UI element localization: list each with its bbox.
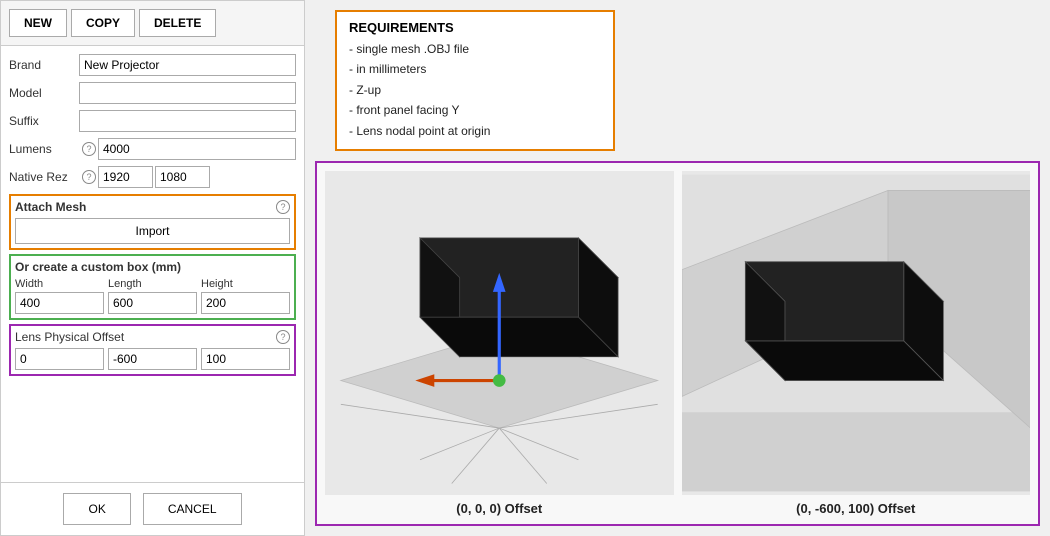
left-view-svg	[325, 171, 674, 495]
right-view-svg	[682, 171, 1031, 495]
right-view-group: (0, -600, 100) Offset	[682, 171, 1031, 516]
new-button[interactable]: NEW	[9, 9, 67, 37]
attach-mesh-header: Attach Mesh ?	[15, 200, 290, 214]
left-view-group: (0, 0, 0) Offset	[325, 171, 674, 516]
cancel-button[interactable]: CANCEL	[143, 493, 242, 525]
req-item-1: - single mesh .OBJ file	[349, 39, 601, 59]
length-label: Length	[108, 278, 197, 290]
lumens-info-icon[interactable]: ?	[82, 142, 96, 156]
left-view-box	[325, 171, 674, 495]
import-button[interactable]: Import	[15, 218, 290, 244]
toolbar: NEW COPY DELETE	[1, 1, 304, 46]
req-item-4: - front panel facing Y	[349, 100, 601, 120]
suffix-input[interactable]	[79, 110, 296, 132]
height-label: Height	[201, 278, 290, 290]
req-item-5: - Lens nodal point at origin	[349, 121, 601, 141]
attach-mesh-section: Attach Mesh ? Import	[9, 194, 296, 250]
model-label: Model	[9, 86, 79, 100]
model-input[interactable]	[79, 82, 296, 104]
lumens-label: Lumens	[9, 142, 79, 156]
right-view-box	[682, 171, 1031, 495]
width-label: Width	[15, 278, 104, 290]
width-input[interactable]	[15, 292, 104, 314]
lens-y-input[interactable]	[108, 348, 197, 370]
width-group: Width	[15, 278, 104, 314]
brand-label: Brand	[9, 58, 79, 72]
rez-height-input[interactable]	[155, 166, 210, 188]
model-row: Model	[9, 82, 296, 104]
lens-x-input[interactable]	[15, 348, 104, 370]
suffix-label: Suffix	[9, 114, 79, 128]
requirements-box: REQUIREMENTS - single mesh .OBJ file - i…	[335, 10, 615, 151]
ok-button[interactable]: OK	[63, 493, 130, 525]
bottom-buttons: OK CANCEL	[1, 482, 304, 535]
attach-mesh-label: Attach Mesh	[15, 200, 273, 214]
rez-inputs	[98, 166, 296, 188]
lens-y-group	[108, 348, 197, 370]
views-row: (0, 0, 0) Offset	[325, 171, 1030, 516]
delete-button[interactable]: DELETE	[139, 9, 216, 37]
req-item-3: - Z-up	[349, 80, 601, 100]
lens-offset-section: Lens Physical Offset ?	[9, 324, 296, 376]
height-group: Height	[201, 278, 290, 314]
left-panel: NEW COPY DELETE Brand Model Suffix Lumen…	[0, 0, 305, 536]
copy-button[interactable]: COPY	[71, 9, 135, 37]
lens-offset-inputs	[15, 348, 290, 370]
requirements-title: REQUIREMENTS	[349, 20, 601, 35]
suffix-row: Suffix	[9, 110, 296, 132]
right-view-label: (0, -600, 100) Offset	[682, 501, 1031, 516]
views-container: (0, 0, 0) Offset	[315, 161, 1040, 526]
lens-offset-title: Lens Physical Offset	[15, 330, 124, 344]
left-view-label: (0, 0, 0) Offset	[325, 501, 674, 516]
lens-x-group	[15, 348, 104, 370]
custom-box-section: Or create a custom box (mm) Width Length…	[9, 254, 296, 320]
attach-mesh-info-icon[interactable]: ?	[276, 200, 290, 214]
rez-width-input[interactable]	[98, 166, 153, 188]
native-rez-row: Native Rez ?	[9, 166, 296, 188]
length-input[interactable]	[108, 292, 197, 314]
req-item-2: - in millimeters	[349, 59, 601, 79]
custom-box-title: Or create a custom box (mm)	[15, 260, 290, 274]
brand-row: Brand	[9, 54, 296, 76]
length-group: Length	[108, 278, 197, 314]
brand-input[interactable]	[79, 54, 296, 76]
native-rez-label: Native Rez	[9, 170, 79, 184]
lumens-input[interactable]	[98, 138, 296, 160]
native-rez-info-icon[interactable]: ?	[82, 170, 96, 184]
right-panel: REQUIREMENTS - single mesh .OBJ file - i…	[305, 0, 1050, 536]
lens-offset-header: Lens Physical Offset ?	[15, 330, 290, 344]
height-input[interactable]	[201, 292, 290, 314]
form-area: Brand Model Suffix Lumens ? Native Rez ?	[1, 46, 304, 482]
lumens-row: Lumens ?	[9, 138, 296, 160]
lens-z-input[interactable]	[201, 348, 290, 370]
lens-z-group	[201, 348, 290, 370]
dimension-inputs: Width Length Height	[15, 278, 290, 314]
lens-offset-info-icon[interactable]: ?	[276, 330, 290, 344]
